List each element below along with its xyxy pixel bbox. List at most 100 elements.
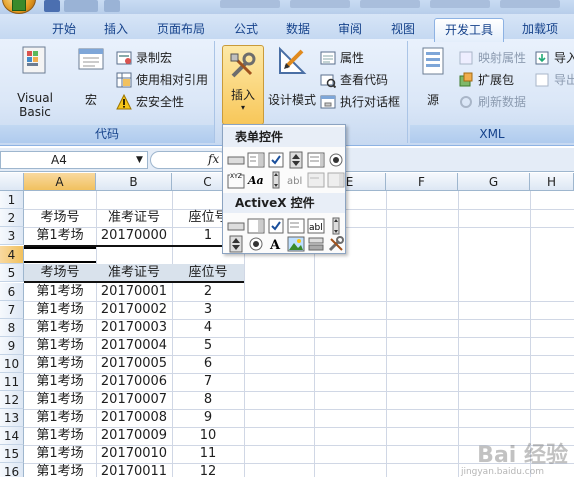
cell-a8[interactable]: 第1考场	[24, 319, 96, 337]
activex-button-icon[interactable]	[227, 217, 245, 235]
xml-source-button[interactable]: 源	[416, 45, 450, 108]
cell-a2[interactable]: 考场号	[24, 209, 96, 227]
expansion-packs-button[interactable]: 扩展包	[458, 71, 514, 89]
row-header[interactable]: 5	[0, 264, 24, 282]
map-properties-button[interactable]: 映射属性	[458, 49, 526, 67]
cell-a4-selected[interactable]	[24, 247, 96, 263]
label-control-icon[interactable]: Aa	[247, 171, 265, 189]
tab-addins[interactable]: 加载项	[514, 20, 566, 40]
cell-a14[interactable]: 第1考场	[24, 427, 96, 445]
office-button[interactable]	[2, 0, 36, 14]
import-button[interactable]: 导入	[534, 49, 574, 67]
row-header[interactable]: 13	[0, 409, 24, 427]
tab-review[interactable]: 审阅	[328, 20, 372, 40]
cell-b16[interactable]: 20170011	[96, 463, 172, 477]
refresh-data-button[interactable]: 刷新数据	[458, 93, 526, 111]
cell-c16[interactable]: 12	[172, 463, 244, 477]
activex-image-icon[interactable]	[287, 235, 305, 253]
run-dialog-button[interactable]: 执行对话框	[320, 93, 400, 111]
row-header[interactable]: 3	[0, 227, 24, 245]
cell-a13[interactable]: 第1考场	[24, 409, 96, 427]
row-header[interactable]: 9	[0, 337, 24, 355]
column-header-f[interactable]: F	[386, 173, 458, 191]
cell-b9[interactable]: 20170004	[96, 337, 172, 355]
tab-page-layout[interactable]: 页面布局	[150, 20, 212, 40]
cell-a12[interactable]: 第1考场	[24, 391, 96, 409]
quick-access-more-icon[interactable]	[104, 0, 120, 12]
scroll-bar-control-icon[interactable]	[267, 171, 285, 189]
activex-toggle-button-icon[interactable]	[307, 235, 325, 253]
cell-a5[interactable]: 考场号	[24, 264, 96, 281]
cell-c14[interactable]: 10	[172, 427, 244, 445]
column-header-b[interactable]: B	[96, 173, 172, 191]
insert-controls-button[interactable]: 插入 ▾	[222, 45, 264, 125]
cell-b12[interactable]: 20170007	[96, 391, 172, 409]
activex-list-box-icon[interactable]	[287, 217, 305, 235]
visual-basic-button[interactable]: Visual Basic	[0, 45, 70, 119]
text-field-control-icon[interactable]: abl	[287, 171, 305, 189]
cell-c12[interactable]: 8	[172, 391, 244, 409]
activex-combo-box-icon[interactable]	[247, 217, 265, 235]
properties-button[interactable]: 属性	[320, 49, 364, 67]
relative-reference-button[interactable]: 使用相对引用	[116, 71, 208, 89]
column-header-h[interactable]: H	[530, 173, 574, 191]
cell-b8[interactable]: 20170003	[96, 319, 172, 337]
cell-b10[interactable]: 20170005	[96, 355, 172, 373]
combo-list-edit-control-icon[interactable]	[307, 171, 325, 189]
cell-c10[interactable]: 6	[172, 355, 244, 373]
cell-a11[interactable]: 第1考场	[24, 373, 96, 391]
cell-c8[interactable]: 4	[172, 319, 244, 337]
row-header[interactable]: 8	[0, 319, 24, 337]
cell-a9[interactable]: 第1考场	[24, 337, 96, 355]
select-all-corner[interactable]	[0, 173, 24, 191]
cell-b11[interactable]: 20170006	[96, 373, 172, 391]
button-control-icon[interactable]	[227, 151, 245, 169]
row-header[interactable]: 1	[0, 191, 24, 209]
export-button[interactable]: 导出	[534, 71, 574, 89]
row-header[interactable]: 6	[0, 283, 24, 301]
row-header[interactable]: 14	[0, 427, 24, 445]
tab-formulas[interactable]: 公式	[224, 20, 268, 40]
activex-checkbox-icon[interactable]	[267, 217, 285, 235]
row-header[interactable]: 15	[0, 445, 24, 463]
record-macro-button[interactable]: 录制宏	[116, 49, 172, 67]
list-box-control-icon[interactable]	[307, 151, 325, 169]
group-box-control-icon[interactable]: XYZ	[227, 171, 245, 189]
cell-b15[interactable]: 20170010	[96, 445, 172, 463]
cell-b2[interactable]: 准考证号	[96, 209, 172, 227]
undo-icon[interactable]	[64, 0, 98, 12]
cell-b7[interactable]: 20170002	[96, 301, 172, 319]
activex-scroll-bar-icon[interactable]	[327, 217, 345, 235]
option-button-control-icon[interactable]	[327, 151, 345, 169]
combo-box-control-icon[interactable]	[247, 151, 265, 169]
cell-c15[interactable]: 11	[172, 445, 244, 463]
tab-view[interactable]: 视图	[381, 20, 425, 40]
row-header[interactable]: 7	[0, 301, 24, 319]
activex-label-icon[interactable]: A	[267, 235, 285, 253]
row-header[interactable]: 2	[0, 209, 24, 227]
row-header[interactable]: 10	[0, 355, 24, 373]
spin-button-control-icon[interactable]	[287, 151, 305, 169]
cell-c11[interactable]: 7	[172, 373, 244, 391]
activex-text-box-icon[interactable]: abl	[307, 217, 325, 235]
fx-icon[interactable]: fx	[208, 152, 219, 166]
checkbox-control-icon[interactable]	[267, 151, 285, 169]
cell-a10[interactable]: 第1考场	[24, 355, 96, 373]
activex-option-button-icon[interactable]	[247, 235, 265, 253]
cell-a3[interactable]: 第1考场	[24, 227, 96, 245]
tab-insert[interactable]: 插入	[94, 20, 138, 40]
cell-b13[interactable]: 20170008	[96, 409, 172, 427]
cell-a16[interactable]: 第1考场	[24, 463, 96, 477]
cell-c7[interactable]: 3	[172, 301, 244, 319]
tab-developer[interactable]: 开发工具	[434, 18, 504, 42]
column-header-a[interactable]: A	[24, 173, 96, 191]
row-header[interactable]: 12	[0, 391, 24, 409]
activex-spin-button-icon[interactable]	[227, 235, 245, 253]
name-box[interactable]: A4	[0, 151, 148, 169]
cell-b6[interactable]: 20170001	[96, 283, 172, 301]
combo-dropdown-edit-control-icon[interactable]	[327, 171, 345, 189]
tab-home[interactable]: 开始	[42, 20, 86, 40]
save-icon[interactable]	[44, 0, 60, 12]
cell-b3[interactable]: 20170000	[96, 227, 172, 245]
cell-b14[interactable]: 20170009	[96, 427, 172, 445]
